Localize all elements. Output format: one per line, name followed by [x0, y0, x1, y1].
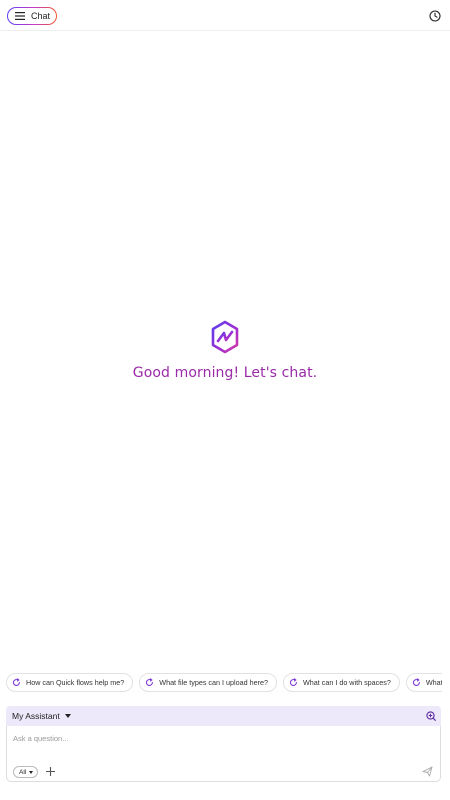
plus-icon[interactable]	[45, 766, 56, 777]
assistant-selector[interactable]: My Assistant	[12, 711, 71, 721]
top-bar: Chat	[0, 0, 450, 31]
source-filter-select[interactable]: All	[13, 766, 39, 778]
caret-down-icon	[29, 770, 34, 774]
clock-icon[interactable]	[429, 10, 441, 22]
source-filter-value: All	[19, 768, 27, 776]
hexagon-bolt-logo-icon	[211, 320, 239, 354]
caret-down-icon	[64, 714, 71, 718]
send-icon[interactable]	[422, 766, 433, 777]
new-chat-icon[interactable]	[426, 711, 436, 721]
assistant-selector-bar: My Assistant	[6, 706, 441, 726]
composer-box: All	[6, 726, 441, 782]
suggestion-chips: How can Quick flows help me? What file t…	[6, 673, 442, 693]
refresh-prompt-icon	[412, 678, 420, 686]
refresh-prompt-icon	[146, 678, 154, 686]
welcome-hero: Good morning! Let's chat.	[0, 320, 450, 381]
question-input[interactable]	[13, 731, 413, 745]
suggestion-chip[interactable]: What can I do with spaces?	[282, 673, 400, 692]
suggestion-chip-label: What can I do with spaces?	[302, 678, 391, 687]
chat-menu-label: Chat	[31, 11, 51, 21]
chat-menu-button[interactable]: Chat	[7, 7, 57, 25]
greeting-text: Good morning! Let's chat.	[132, 365, 318, 381]
suggestion-chip[interactable]: How can Quick flows help me?	[6, 673, 134, 692]
suggestion-chip-label: How can Quick flows help me?	[26, 678, 125, 687]
assistant-label: My Assistant	[12, 711, 60, 721]
refresh-prompt-icon	[289, 678, 297, 686]
suggestion-chip-label: What can Qu	[425, 678, 442, 687]
suggestion-chip[interactable]: What file types can I upload here?	[139, 673, 277, 692]
refresh-prompt-icon	[12, 678, 20, 686]
suggestion-chip-label: What file types can I upload here?	[159, 678, 268, 687]
suggestion-chip[interactable]: What can Qu	[405, 673, 442, 692]
hamburger-menu-icon	[15, 12, 25, 20]
